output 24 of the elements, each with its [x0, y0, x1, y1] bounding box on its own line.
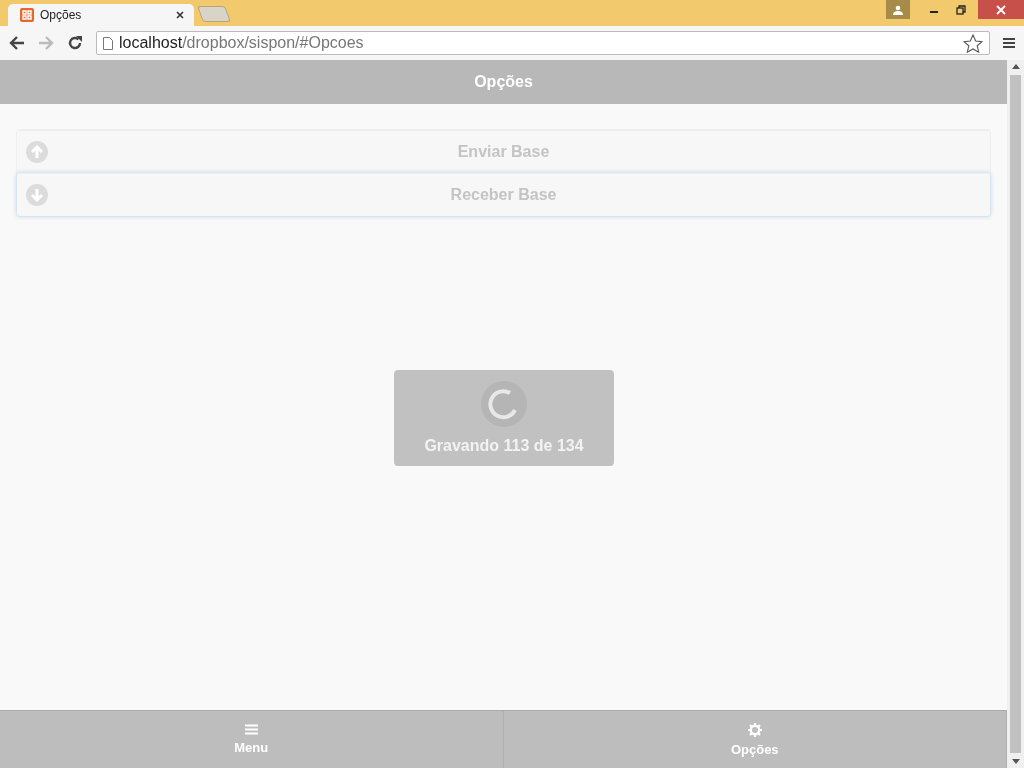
star-icon[interactable]	[963, 33, 983, 53]
scroll-down-icon[interactable]	[1011, 759, 1020, 764]
scrollbar-thumb[interactable]	[1010, 75, 1021, 753]
arrow-down-icon	[26, 184, 48, 206]
scroll-up-icon[interactable]	[1011, 64, 1020, 69]
close-button[interactable]	[978, 0, 1024, 19]
browser-tab[interactable]: Opções	[8, 4, 194, 26]
menu-icon[interactable]	[1003, 37, 1015, 49]
reload-icon[interactable]	[67, 35, 83, 51]
footer-tab[interactable]: Menu	[0, 711, 504, 768]
restore-icon[interactable]	[955, 4, 966, 15]
close-icon	[996, 4, 1006, 15]
page-icon	[103, 36, 113, 50]
close-icon[interactable]	[176, 11, 184, 19]
app-logo-icon	[20, 8, 34, 22]
spinner-icon	[481, 381, 527, 427]
arrow-up-icon	[26, 141, 48, 163]
address-bar[interactable]: localhost/dropbox/sispon/#Opcoes	[96, 31, 990, 55]
back-icon[interactable]	[9, 36, 25, 50]
menu-icon	[244, 724, 258, 735]
scrollbar[interactable]	[1007, 60, 1024, 768]
page-title: Opções	[474, 73, 533, 91]
settings-icon	[747, 722, 762, 737]
user-icon[interactable]	[886, 0, 910, 19]
